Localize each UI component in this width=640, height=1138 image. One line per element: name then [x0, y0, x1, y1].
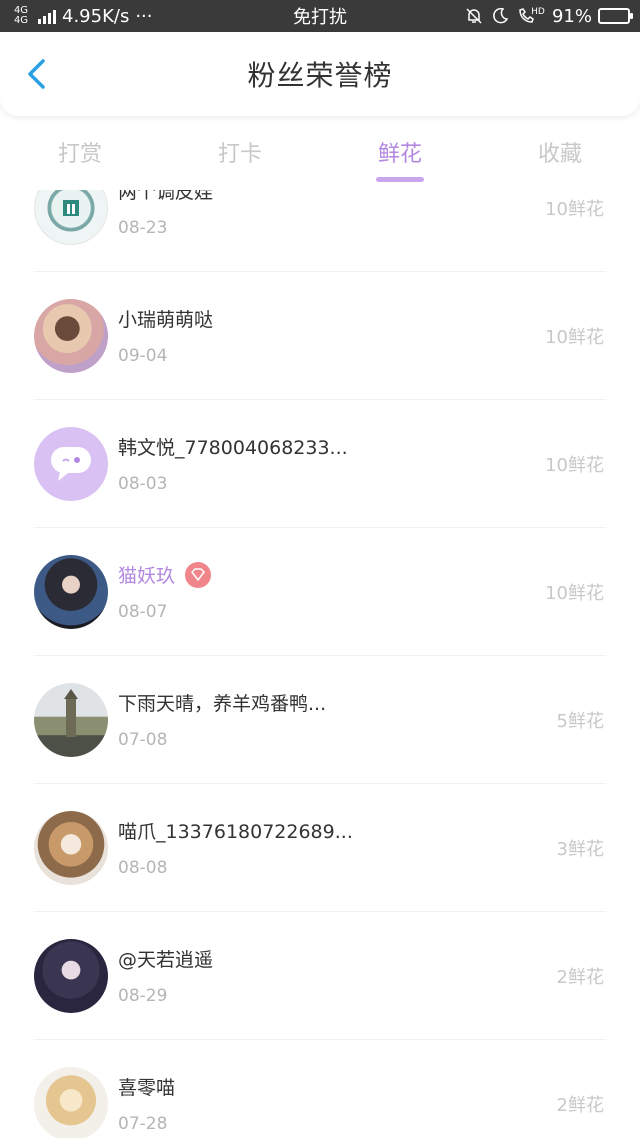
avatar[interactable]	[34, 426, 108, 501]
item-info: @天若逍遥 08-29	[118, 945, 606, 1006]
page-title: 粉丝荣誉榜	[247, 59, 393, 92]
name-line: 喵爪_13376180722689...	[118, 817, 606, 844]
tab-flowers[interactable]: 鲜花	[320, 120, 480, 190]
flower-count: 3鲜花	[556, 838, 604, 860]
tower-photo-icon	[64, 688, 78, 737]
header: 粉丝荣誉榜	[0, 32, 640, 116]
list-item[interactable]: 两个调皮娃 08-23 10鲜花	[34, 190, 606, 272]
list-item[interactable]: 下雨天晴，养羊鸡番鸭... 07-08 5鲜花	[34, 656, 606, 784]
list-item[interactable]: 喵爪_13376180722689... 08-08 3鲜花	[34, 784, 606, 912]
tab-favorites[interactable]: 收藏	[480, 120, 640, 190]
bell-off-icon	[464, 6, 484, 26]
avatar[interactable]	[34, 810, 108, 885]
moon-icon	[490, 6, 510, 26]
signal-icon	[38, 8, 56, 24]
hd-label: HD	[531, 7, 545, 17]
more-dots: ···	[135, 5, 153, 27]
chevron-left-icon	[28, 59, 45, 89]
item-info: 韩文悦_778004068233... 08-03	[118, 433, 606, 494]
item-date: 08-03	[118, 474, 168, 494]
user-name[interactable]: @天若逍遥	[118, 945, 213, 972]
flower-count: 10鲜花	[545, 582, 604, 604]
flower-count: 2鲜花	[556, 966, 604, 988]
item-info: 喜零喵 07-28	[118, 1073, 606, 1134]
list-item[interactable]: @天若逍遥 08-29 2鲜花	[34, 912, 606, 1040]
item-date: 09-04	[118, 346, 168, 366]
item-info: 小瑞萌萌哒 09-04	[118, 305, 606, 366]
avatar[interactable]	[34, 554, 108, 629]
user-name[interactable]: 下雨天晴，养羊鸡番鸭...	[118, 689, 326, 716]
tab-reward[interactable]: 打赏	[0, 120, 160, 190]
item-date: 08-08	[118, 858, 168, 878]
user-name[interactable]: 喜零喵	[118, 1073, 175, 1100]
list-item[interactable]: 猫妖玖 08-07 10鲜花	[34, 528, 606, 656]
name-line: 两个调皮娃	[118, 190, 606, 204]
user-name[interactable]: 猫妖玖	[118, 561, 175, 588]
list-item[interactable]: 韩文悦_778004068233... 08-03 10鲜花	[34, 400, 606, 528]
name-line: 韩文悦_778004068233...	[118, 433, 606, 460]
tab-label: 打卡	[217, 142, 262, 167]
tab-checkin[interactable]: 打卡	[160, 120, 320, 190]
network-type: 4G 4G	[13, 5, 29, 26]
flower-count: 5鲜花	[556, 710, 604, 732]
item-date: 07-08	[118, 730, 168, 750]
item-info: 喵爪_13376180722689... 08-08	[118, 817, 606, 878]
tab-label: 收藏	[537, 142, 582, 167]
user-name[interactable]: 小瑞萌萌哒	[118, 305, 213, 332]
logo-badge-icon	[47, 190, 95, 231]
hd-call-icon: HD	[516, 6, 546, 26]
back-button[interactable]	[20, 58, 52, 90]
list-item[interactable]: 小瑞萌萌哒 09-04 10鲜花	[34, 272, 606, 400]
item-date: 08-29	[118, 986, 168, 1006]
avatar[interactable]	[34, 682, 108, 757]
avatar[interactable]	[34, 938, 108, 1013]
name-line: @天若逍遥	[118, 945, 606, 972]
item-info: 猫妖玖 08-07	[118, 561, 606, 622]
list-item[interactable]: 喜零喵 07-28 2鲜花	[34, 1040, 606, 1138]
item-date: 08-23	[118, 218, 168, 238]
name-line: 猫妖玖	[118, 561, 606, 588]
item-date: 07-28	[118, 1114, 168, 1134]
name-line: 喜零喵	[118, 1073, 606, 1100]
flower-count: 10鲜花	[545, 198, 604, 220]
avatar[interactable]	[34, 1066, 108, 1138]
status-left: 4G 4G 4.95K/s ···	[10, 6, 153, 27]
avatar[interactable]	[34, 298, 108, 373]
name-line: 小瑞萌萌哒	[118, 305, 606, 332]
item-date: 08-07	[118, 602, 168, 622]
status-bar: 4G 4G 4.95K/s ··· 免打扰 HD 91%	[0, 0, 640, 32]
network-speed: 4.95K/s	[62, 5, 130, 27]
diamond-badge-icon	[185, 561, 212, 588]
chat-bubble-icon	[51, 446, 91, 481]
tab-label: 打赏	[57, 142, 102, 167]
item-info: 下雨天晴，养羊鸡番鸭... 07-08	[118, 689, 606, 750]
flower-count: 2鲜花	[556, 1094, 604, 1116]
tab-bar: 打赏 打卡 鲜花 收藏	[0, 120, 640, 190]
avatar[interactable]	[34, 190, 108, 245]
active-tab-indicator	[376, 177, 424, 182]
tab-label: 鲜花	[377, 142, 422, 167]
user-name[interactable]: 两个调皮娃	[118, 190, 213, 204]
fan-list[interactable]: 两个调皮娃 08-23 10鲜花 小瑞萌萌哒 09-04 10鲜花 韩文悦_77…	[0, 190, 640, 1138]
flower-count: 10鲜花	[545, 454, 604, 476]
name-line: 下雨天晴，养羊鸡番鸭...	[118, 689, 606, 716]
user-name[interactable]: 喵爪_13376180722689...	[118, 817, 353, 844]
user-name[interactable]: 韩文悦_778004068233...	[118, 433, 348, 460]
battery-icon	[598, 8, 633, 24]
flower-count: 10鲜花	[545, 326, 604, 348]
item-info: 两个调皮娃 08-23	[118, 190, 606, 238]
battery-percent: 91%	[551, 5, 592, 27]
status-right: HD 91%	[464, 5, 633, 27]
